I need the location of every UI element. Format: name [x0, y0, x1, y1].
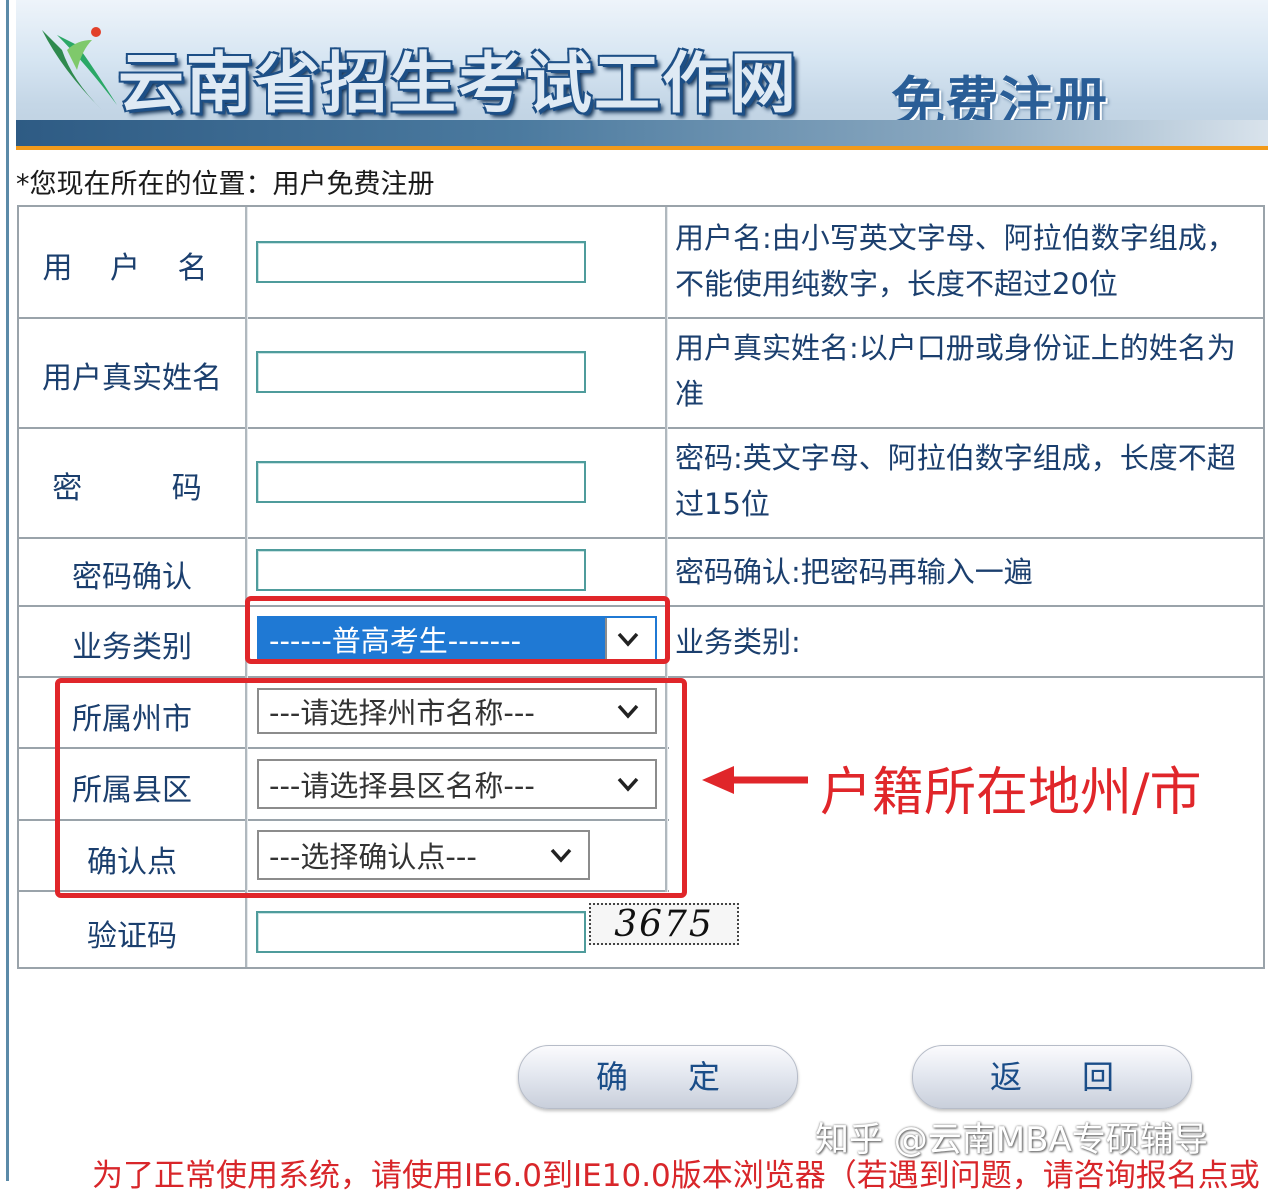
- business-type-highlight: [245, 596, 670, 664]
- username-hint: 用户名:由小写英文字母、阿拉伯数字组成，不能使用纯数字，长度不超过20位: [675, 221, 1236, 301]
- breadcrumb: *您现在所在的位置：用户免费注册: [16, 169, 435, 200]
- row-divider: [19, 427, 1263, 429]
- password-confirm-hint: 密码确认:把密码再输入一遍: [675, 555, 1033, 589]
- row-divider: [19, 317, 1263, 319]
- password-confirm-input[interactable]: [256, 549, 586, 591]
- row-divider: [19, 537, 1263, 539]
- realname-label: 用户真实姓名: [42, 361, 222, 396]
- realname-hint: 用户真实姓名:以户口册或身份证上的姓名为准: [675, 331, 1236, 411]
- realname-input[interactable]: [256, 351, 586, 393]
- back-button[interactable]: 返回: [912, 1045, 1192, 1109]
- confirm-button[interactable]: 确定: [518, 1045, 798, 1109]
- business-type-label: 业务类别: [72, 630, 192, 665]
- site-title: 云南省招生考试工作网: [118, 45, 798, 122]
- banner-divider: [16, 146, 1268, 150]
- captcha-image[interactable]: 3675: [589, 903, 739, 945]
- business-type-hint: 业务类别:: [675, 625, 801, 659]
- red-arrow-icon: [702, 766, 808, 794]
- annotation-text: 户籍所在地州/市: [820, 763, 1202, 823]
- location-fields-highlight: [55, 678, 687, 898]
- password-input[interactable]: [256, 461, 586, 503]
- site-logo-icon: [42, 27, 117, 110]
- password-label: 密 码: [52, 471, 242, 506]
- password-hint: 密码:英文字母、阿拉伯数字组成，长度不超过15位: [675, 441, 1236, 521]
- username-label: 用 户 名: [42, 251, 222, 286]
- browser-notice: 为了正常使用系统，请使用IE6.0到IE10.0版本浏览器（若遇到问题，请咨询报…: [92, 1158, 1260, 1194]
- username-input[interactable]: [256, 241, 586, 283]
- left-border: [0, 0, 10, 1181]
- banner-strip: [16, 120, 1268, 146]
- captcha-label: 验证码: [87, 919, 177, 954]
- password-confirm-label: 密码确认: [72, 560, 192, 595]
- site-banner: 云南省招生考试工作网 免费注册: [16, 0, 1268, 150]
- captcha-input[interactable]: [256, 911, 586, 953]
